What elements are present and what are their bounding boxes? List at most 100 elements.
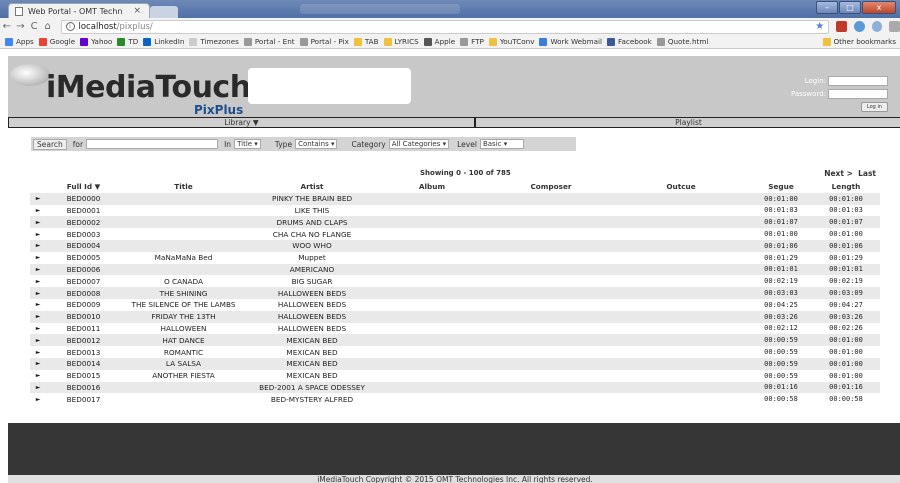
table-row[interactable]: ► BED0001 LIKE THIS 00:01:03 00:01:03 — [30, 204, 880, 217]
other-bookmarks[interactable]: Other bookmarks — [822, 37, 896, 46]
bookmark-item[interactable]: Yahoo — [80, 37, 112, 46]
info-icon[interactable]: i — [65, 22, 75, 31]
bookmark-item[interactable]: FTP — [460, 37, 484, 46]
table-row[interactable]: ► BED0015 ANOTHER FIESTA MEXICAN BED 00:00:5… — [30, 369, 880, 382]
password-input[interactable] — [828, 89, 888, 99]
level-select[interactable]: Basic ▾ — [479, 139, 524, 149]
new-tab-button[interactable] — [150, 6, 178, 18]
extension-icon[interactable] — [836, 21, 847, 32]
category-select[interactable]: All Categories ▾ — [388, 139, 450, 149]
bookmark-item[interactable]: TAB — [353, 37, 379, 46]
tab-library[interactable]: Library ▼ — [8, 117, 475, 128]
reload-icon[interactable]: C — [27, 21, 41, 32]
login-input[interactable] — [828, 76, 888, 86]
expand-arrow-icon[interactable]: ► — [30, 242, 46, 249]
expand-arrow-icon[interactable]: ► — [30, 231, 46, 238]
expand-arrow-icon[interactable]: ► — [30, 301, 46, 308]
col-album[interactable]: Album — [378, 182, 486, 191]
extension-icon[interactable] — [871, 21, 883, 32]
in-select[interactable]: Title ▾ — [234, 139, 261, 149]
table-row[interactable]: ► BED0010 FRIDAY THE 13TH HALLOWEEN BEDS 00:… — [30, 310, 880, 323]
table-row[interactable]: ► BED0008 THE SHINING HALLOWEEN BEDS 00:03:0… — [30, 287, 880, 299]
expand-arrow-icon[interactable]: ► — [30, 313, 46, 320]
table-row[interactable]: ► BED0017 BED-MYSTERY ALFRED 00:00:58 00:00:… — [30, 393, 880, 406]
table-body: ► BED0000 PINKY THE BRAIN BED 00:01:00 00:01… — [30, 192, 880, 406]
bookmark-item[interactable]: Portal - Ent — [243, 37, 295, 46]
cell-artist: BIG SUGAR — [291, 276, 333, 286]
expand-arrow-icon[interactable]: ► — [30, 278, 46, 285]
tab-playlist[interactable]: Playlist — [475, 117, 900, 128]
col-outcue[interactable]: Outcue — [616, 182, 746, 191]
url-field[interactable]: i localhost/pixplus/ ★ — [60, 19, 830, 34]
expand-arrow-icon[interactable]: ► — [30, 396, 46, 403]
expand-arrow-icon[interactable]: ► — [30, 384, 46, 391]
table-row[interactable]: ► BED0011 HALLOWEEN HALLOWEEN BEDS 00:02:12 0… — [30, 322, 880, 335]
expand-arrow-icon[interactable]: ► — [30, 195, 46, 202]
bookmark-item[interactable]: LinkedIn — [143, 37, 184, 46]
bookmark-item[interactable]: Work Webmail — [539, 37, 602, 46]
bookmark-item[interactable]: Apps — [5, 37, 34, 46]
table-row[interactable]: ► BED0000 PINKY THE BRAIN BED 00:01:00 00:01… — [30, 192, 880, 205]
bookmark-item[interactable]: LYRICS — [383, 37, 419, 46]
bookmark-item[interactable]: Facebook — [607, 37, 652, 46]
cell-segue: 00:01:00 — [764, 194, 798, 203]
close-window-button[interactable]: x — [862, 1, 896, 14]
col-composer[interactable]: Composer — [486, 182, 616, 191]
forward-arrow-icon[interactable]: → — [14, 21, 28, 32]
back-arrow-icon[interactable]: ← — [0, 21, 14, 32]
expand-arrow-icon[interactable]: ► — [30, 349, 46, 356]
maximize-button[interactable]: □ — [839, 1, 861, 14]
table-row[interactable]: ► BED0009 THE SILENCE OF THE LAMBS HALLOWEE… — [30, 298, 880, 311]
col-length[interactable]: Length — [816, 182, 876, 191]
menu-icon[interactable] — [889, 21, 900, 32]
expand-arrow-icon[interactable]: ► — [30, 266, 46, 273]
close-icon[interactable]: × — [133, 6, 141, 16]
expand-arrow-icon[interactable]: ► — [30, 219, 46, 226]
bookmark-item[interactable]: YouTConv — [488, 37, 534, 46]
extension-icon[interactable] — [853, 21, 865, 32]
minimize-button[interactable]: – — [816, 1, 838, 14]
table-row[interactable]: ► BED0003 CHA CHA NO FLANGE 00:01:00 00:01:0… — [30, 228, 880, 240]
table-row[interactable]: ► BED0006 AMERICANO 00:01:01 00:01:01 — [30, 263, 880, 276]
col-segue[interactable]: Segue — [746, 182, 816, 191]
expand-arrow-icon[interactable]: ► — [30, 207, 46, 214]
col-full-id[interactable]: Full Id ▼ — [46, 182, 121, 191]
bookmark-item[interactable]: Google — [38, 37, 75, 46]
cell-artist: Muppet — [298, 253, 326, 263]
expand-arrow-icon[interactable]: ► — [30, 372, 46, 379]
table-row[interactable]: ► BED0002 DRUMS AND CLAPS 00:01:07 00:01:07 — [30, 216, 880, 229]
table-row[interactable]: ► BED0016 BED-2001 A SPACE ODESSEY 00:01:16… — [30, 381, 880, 394]
app-logo-sub: PixPlus — [194, 103, 244, 117]
col-artist[interactable]: Artist — [246, 182, 378, 191]
expand-arrow-icon[interactable]: ► — [30, 254, 46, 261]
table-row[interactable]: ► BED0013 ROMANTIC MEXICAN BED 00:00:59 00:01… — [30, 346, 880, 358]
expand-arrow-icon[interactable]: ► — [30, 360, 46, 367]
window-title — [300, 4, 460, 14]
table-row[interactable]: ► BED0012 HAT DANCE MEXICAN BED 00:00:59 00:0… — [30, 334, 880, 347]
facebook-icon — [607, 37, 616, 46]
bookmark-item[interactable]: Apple — [423, 37, 455, 46]
browser-tab[interactable]: Web Portal - OMT Techn × — [8, 3, 150, 18]
search-button[interactable]: Search — [33, 138, 67, 150]
table-row[interactable]: ► BED0007 O CANADA BIG SUGAR 00:02:19 00:02:1… — [30, 275, 880, 288]
bookmark-star-icon[interactable]: ★ — [815, 21, 824, 32]
home-icon[interactable]: ⌂ — [41, 21, 55, 32]
type-select[interactable]: Contains ▾ — [295, 139, 338, 149]
next-page-link[interactable]: Next > — [824, 169, 853, 178]
expand-arrow-icon[interactable]: ► — [30, 325, 46, 332]
bookmark-item[interactable]: Portal - Pix — [299, 37, 349, 46]
last-page-link[interactable]: Last — [858, 169, 876, 178]
bookmark-item[interactable]: Quote.html — [656, 37, 708, 46]
search-input[interactable] — [86, 139, 219, 149]
expand-arrow-icon[interactable]: ► — [30, 290, 46, 297]
table-row[interactable]: ► BED0005 MaNaMaNa Bed Muppet 00:01:29 00:01:… — [30, 251, 880, 264]
bookmark-item[interactable]: TD — [117, 37, 138, 46]
cell-length: 00:04:27 — [829, 300, 863, 309]
table-row[interactable]: ► BED0014 LA SALSA MEXICAN BED 00:00:59 00:01… — [30, 357, 880, 370]
login-button[interactable]: Log in — [860, 102, 888, 112]
table-row[interactable]: ► BED0004 WOO WHO 00:01:06 00:01:06 — [30, 239, 880, 252]
bookmark-item[interactable]: Timezones — [189, 37, 239, 46]
col-title[interactable]: Title — [121, 182, 246, 191]
expand-arrow-icon[interactable]: ► — [30, 337, 46, 344]
cell-full-id: BED0017 — [66, 394, 101, 404]
